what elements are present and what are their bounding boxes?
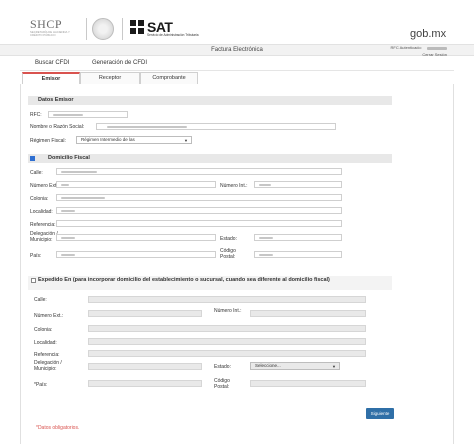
tab-receptor[interactable]: Receptor (80, 72, 140, 84)
ex-codigo-postal-field[interactable] (250, 380, 366, 387)
rfc-auth-value (427, 47, 447, 51)
siguiente-button[interactable]: Siguiente (366, 408, 394, 419)
domicilio-fiscal-checkbox[interactable] (30, 156, 35, 161)
rfc-field (48, 111, 128, 118)
df-colonia-label: Colonia: (30, 196, 49, 202)
menu-generacion-cfdi[interactable]: Generación de CFDI (92, 60, 147, 66)
ex-delegacion-label: Delegación / Municipio: (34, 360, 62, 372)
sat-logo-icon (130, 20, 144, 34)
ex-numero-ext-label: Número Ext.: (34, 313, 64, 319)
ex-numero-int-label: Número Int.: (214, 308, 242, 314)
regimen-label: Régimen Fiscal: (30, 138, 66, 144)
ex-estado-value: Seleccione... (255, 363, 281, 368)
ex-calle-field[interactable] (88, 296, 366, 303)
nombre-label: Nombre o Razón Social: (30, 124, 85, 130)
gob-mx-logo[interactable]: gob.mx (410, 28, 446, 40)
expedido-en-checkbox[interactable] (31, 278, 36, 283)
rfc-label: RFC: (30, 112, 42, 118)
ex-colonia-field[interactable] (88, 325, 366, 332)
domicilio-fiscal-header: Domicilio Fiscal (28, 154, 392, 163)
df-calle-label: Calle: (30, 170, 43, 176)
ex-colonia-label: Colonia: (34, 327, 53, 333)
ex-pais-label: *País: (34, 382, 48, 388)
chevron-down-icon: ▼ (184, 138, 188, 143)
menu-divider (20, 70, 454, 71)
required-note: *Datos obligatorios. (36, 425, 80, 431)
logout-link[interactable]: Cerrar Sesión (422, 52, 447, 57)
ex-calle-label: Calle: (34, 297, 47, 303)
df-pais-field[interactable] (56, 251, 216, 258)
df-referencia-field[interactable] (56, 220, 342, 227)
nombre-field (96, 123, 336, 130)
df-numero-ext-label: Número Ext.: (30, 183, 60, 189)
rfc-authenticated: RFC Autenticado: (390, 45, 447, 51)
df-numero-int-label: Número Int.: (220, 183, 248, 189)
chevron-down-icon: ▼ (332, 364, 336, 369)
df-localidad-field[interactable] (56, 207, 342, 214)
df-calle-field[interactable] (56, 168, 342, 175)
df-numero-int-field[interactable] (254, 181, 342, 188)
tab-comprobante[interactable]: Comprobante (140, 72, 198, 84)
shcp-subtitle: SECRETARÍA DE HACIENDA Y CRÉDITO PÚBLICO (30, 30, 70, 38)
ex-localidad-label: Localidad: (34, 340, 57, 346)
df-codigo-postal-field[interactable] (254, 251, 342, 258)
ex-pais-field[interactable] (88, 380, 202, 387)
datos-emisor-title: Datos Emisor (38, 97, 74, 103)
rfc-auth-label: RFC Autenticado: (390, 45, 422, 50)
df-delegacion-field[interactable] (56, 234, 216, 241)
menu-buscar-cfdi[interactable]: Buscar CFDI (35, 60, 69, 66)
header-divider (122, 18, 123, 40)
df-numero-ext-field[interactable] (56, 181, 216, 188)
expedido-en-title: Expedido En (para incorporar domicilio d… (38, 277, 330, 283)
ex-numero-ext-field[interactable] (88, 310, 202, 317)
regimen-value: Régimen Intermedio de las (81, 137, 135, 142)
sat-subtitle: Servicio de Administración Tributaria (147, 33, 199, 37)
header-divider (86, 18, 87, 40)
tab-emisor[interactable]: Emisor (22, 72, 80, 84)
ex-delegacion-field[interactable] (88, 363, 202, 370)
df-localidad-label: Localidad: (30, 209, 53, 215)
df-estado-label: Estado: (220, 236, 237, 242)
ex-referencia-label: Referencia: (34, 352, 60, 358)
datos-emisor-header: Datos Emisor (28, 96, 392, 105)
df-estado-field[interactable] (254, 234, 342, 241)
ex-estado-select[interactable]: Seleccione... ▼ (250, 362, 340, 370)
ex-estado-label: Estado: (214, 364, 231, 370)
domicilio-fiscal-title: Domicilio Fiscal (48, 155, 90, 161)
site-header (0, 0, 474, 46)
regimen-select[interactable]: Régimen Intermedio de las ▼ (76, 136, 192, 144)
ex-numero-int-field[interactable] (250, 310, 366, 317)
seal-icon (92, 18, 114, 40)
ex-codigo-postal-label: Código Postal: (214, 378, 230, 390)
df-pais-label: País: (30, 253, 42, 259)
df-codigo-postal-label: Código Postal: (220, 248, 236, 260)
ex-localidad-field[interactable] (88, 338, 366, 345)
df-referencia-label: Referencia: (30, 222, 56, 228)
df-colonia-field[interactable] (56, 194, 342, 201)
ex-referencia-field[interactable] (88, 350, 366, 357)
